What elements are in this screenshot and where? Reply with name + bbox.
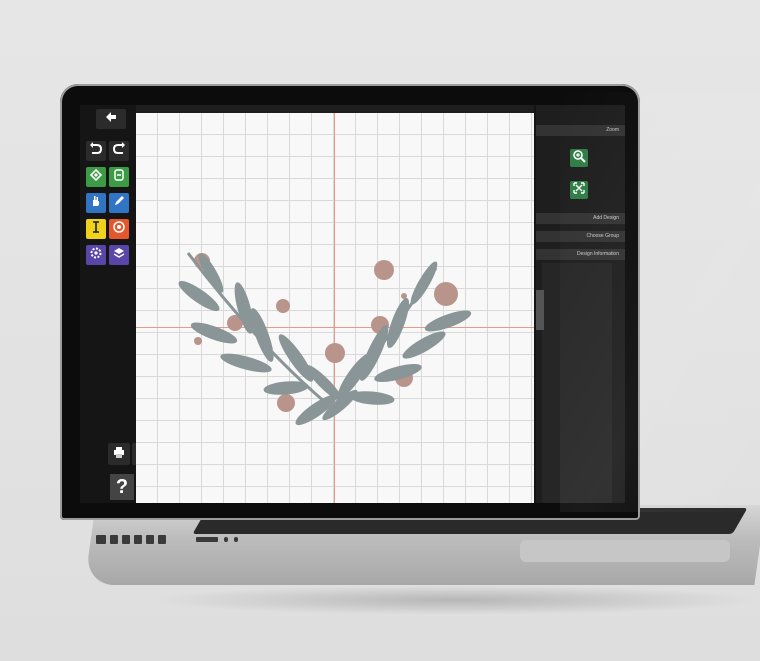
undo-icon	[89, 141, 103, 161]
berry	[194, 337, 202, 345]
pen-icon	[112, 194, 126, 213]
wreath-design[interactable]	[136, 113, 534, 503]
layers-tool-button[interactable]	[109, 245, 129, 265]
laptop-ports	[96, 531, 246, 551]
berry	[276, 299, 290, 313]
design-canvas[interactable]	[136, 113, 534, 503]
help-button[interactable]: ?	[110, 474, 134, 500]
leaf	[402, 331, 446, 359]
pen-tool-button[interactable]	[109, 193, 129, 213]
screen-reflection	[560, 92, 760, 512]
redo-button[interactable]	[109, 141, 129, 161]
diamond-select-icon	[89, 168, 103, 187]
arrow-left-icon	[104, 110, 118, 129]
leaf	[250, 308, 274, 362]
text-cursor-icon	[89, 220, 103, 239]
leaf	[198, 253, 224, 293]
hand-tool-button[interactable]	[86, 193, 106, 213]
berry	[374, 260, 394, 280]
print-button[interactable]	[108, 443, 130, 465]
leaf	[263, 381, 309, 395]
panel-collapse-tab[interactable]	[536, 290, 544, 330]
redo-icon	[112, 141, 126, 161]
laptop-shadow	[150, 585, 760, 615]
leaf	[306, 365, 342, 401]
hoop-icon	[112, 168, 126, 187]
color-wheel-icon	[112, 220, 126, 239]
leaf	[424, 310, 472, 332]
back-button[interactable]	[96, 109, 126, 129]
top-ruler	[136, 105, 534, 113]
laptop-scene: ?	[0, 0, 760, 661]
select-tool-button[interactable]	[86, 167, 106, 187]
layers-icon	[112, 246, 126, 265]
app-screen: ?	[80, 105, 625, 503]
laptop-trackpad	[520, 540, 730, 562]
color-tool-button[interactable]	[109, 219, 129, 239]
berry	[277, 394, 295, 412]
hoop-tool-button[interactable]	[109, 167, 129, 187]
help-label: ?	[115, 476, 129, 498]
hand-icon	[89, 194, 103, 213]
left-toolbar: ?	[80, 105, 154, 503]
printer-icon	[112, 445, 126, 464]
berry	[434, 282, 458, 306]
settings-tool-button[interactable]	[86, 245, 106, 265]
text-tool-button[interactable]	[86, 219, 106, 239]
undo-button[interactable]	[86, 141, 106, 161]
gear-icon	[89, 246, 103, 265]
berry	[325, 343, 345, 363]
